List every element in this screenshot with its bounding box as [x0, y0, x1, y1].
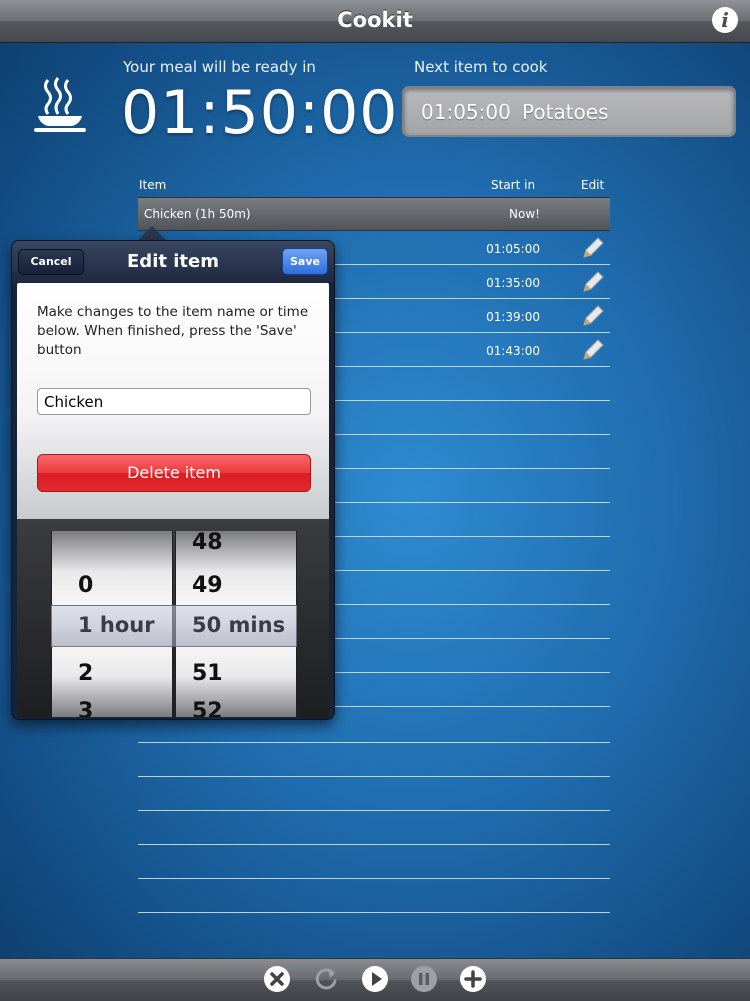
pencil-icon[interactable] — [580, 235, 606, 261]
picker-option[interactable]: 51 — [192, 661, 223, 686]
delete-item-button[interactable]: Delete item — [37, 454, 311, 492]
column-header-item: Item — [139, 178, 167, 192]
pencil-icon[interactable] — [580, 337, 606, 363]
ready-label: Your meal will be ready in — [123, 58, 316, 76]
time-picker[interactable]: 0 2 3 48 49 51 52 1 hour 50 mins — [17, 519, 329, 717]
row-divider — [138, 776, 610, 777]
row-divider — [138, 810, 610, 811]
bottom-toolbar — [0, 958, 750, 1001]
row-divider — [138, 912, 610, 913]
save-button[interactable]: Save — [282, 248, 328, 275]
row-item-name: Chicken (1h 50m) — [144, 207, 251, 221]
edit-item-popover: Cancel Edit item Save Make changes to th… — [11, 240, 335, 720]
info-button[interactable]: i — [712, 7, 738, 33]
play-icon[interactable] — [360, 964, 390, 994]
refresh-icon[interactable] — [311, 964, 341, 994]
meal-icon — [34, 77, 86, 132]
picker-option[interactable]: 0 — [78, 573, 93, 598]
popover-arrow — [138, 226, 166, 240]
title-bar: Cookit i — [0, 0, 750, 43]
next-item-box: 01:05:00 Potatoes — [402, 86, 736, 137]
popover-header: Cancel Edit item Save — [12, 241, 334, 283]
pencil-icon[interactable] — [580, 269, 606, 295]
next-item-label: Next item to cook — [414, 58, 548, 76]
column-header-start: Start in — [491, 178, 536, 192]
picker-option[interactable]: 2 — [78, 661, 93, 686]
popover-body: Make changes to the item name or time be… — [17, 283, 329, 519]
row-divider — [138, 844, 610, 845]
picker-option[interactable]: 52 — [192, 699, 223, 717]
pause-icon[interactable] — [409, 964, 439, 994]
row-divider — [138, 742, 610, 743]
row-start-time: 01:43:00 — [486, 344, 540, 358]
pencil-icon[interactable] — [580, 303, 606, 329]
add-icon[interactable] — [458, 964, 488, 994]
row-start-time: 01:39:00 — [486, 310, 540, 324]
next-item-name: Potatoes — [522, 100, 609, 124]
instructions-text: Make changes to the item name or time be… — [37, 304, 309, 358]
row-divider — [138, 878, 610, 879]
close-circle-icon[interactable] — [262, 964, 292, 994]
ready-time: 01:50:00 — [121, 78, 399, 148]
item-name-input[interactable] — [37, 388, 311, 415]
row-start-time: Now! — [509, 207, 540, 221]
picker-selection-bar: 1 hour 50 mins — [51, 605, 297, 647]
selected-hours: 1 hour — [78, 613, 155, 637]
selected-minutes: 50 mins — [192, 613, 286, 637]
picker-option[interactable]: 3 — [78, 699, 93, 717]
picker-option[interactable]: 49 — [192, 573, 223, 598]
next-item-time: 01:05:00 — [421, 100, 511, 124]
row-start-time: 01:05:00 — [486, 242, 540, 256]
row-start-time: 01:35:00 — [486, 276, 540, 290]
table-row-active[interactable]: Chicken (1h 50m) Now! — [138, 197, 610, 231]
column-header-edit: Edit — [581, 178, 605, 192]
app-title: Cookit — [337, 8, 413, 32]
picker-option[interactable]: 48 — [192, 531, 223, 555]
